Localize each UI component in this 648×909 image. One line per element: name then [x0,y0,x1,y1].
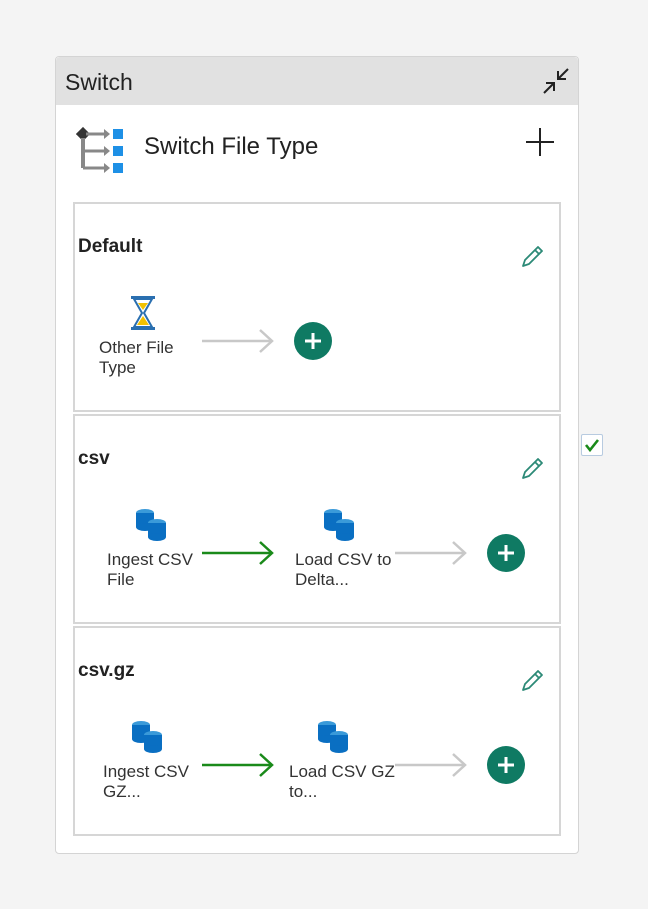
activity-checkbox[interactable] [581,434,603,456]
activity-node[interactable]: Load CSV to Delta... [295,506,405,590]
success-arrow-icon [202,753,274,777]
case-title: csv [78,448,110,469]
copy-data-icon [136,509,166,541]
collapse-icon[interactable] [540,65,572,97]
case-csv: csv Ingest CSV File Load CSV to Delta... [73,414,561,624]
hourglass-wait-icon [131,296,155,330]
add-case-icon[interactable] [524,125,556,159]
node-label: Ingest CSV GZ... [103,762,189,801]
case-title: csv.gz [78,660,135,681]
activity-node[interactable]: Load CSV GZ to... [289,718,399,802]
activity-node[interactable]: Ingest CSV GZ... [103,718,213,802]
case-title: Default [78,236,143,257]
panel-header: Switch [56,57,578,105]
switch-activity-icon [76,126,123,173]
success-arrow-icon [202,541,274,565]
copy-data-icon [132,721,162,753]
pending-arrow-icon [395,541,467,565]
pencil-icon[interactable] [519,242,547,270]
activity-header: Switch File Type [56,105,578,197]
pending-arrow-icon [202,329,274,353]
copy-data-icon [318,721,348,753]
case-default: Default Other File Type [73,202,561,412]
add-activity-button[interactable] [487,746,525,784]
add-activity-button[interactable] [294,322,332,360]
panel-title: Switch [65,69,133,95]
copy-data-icon [324,509,354,541]
activity-node[interactable]: Other File Type [99,294,209,378]
pending-arrow-icon [395,753,467,777]
node-label: Other File Type [99,338,174,377]
case-csv-gz: csv.gz Ingest CSV GZ... Load CSV GZ to..… [73,626,561,836]
add-activity-button[interactable] [487,534,525,572]
pencil-icon[interactable] [519,454,547,482]
switch-panel: Switch Switch File Type Default Other Fi… [55,56,579,854]
checkmark-icon [584,439,600,453]
node-label: Load CSV to Delta... [295,550,392,589]
pencil-icon[interactable] [519,666,547,694]
activity-name: Switch File Type [144,133,319,160]
node-label: Load CSV GZ to... [289,762,395,801]
